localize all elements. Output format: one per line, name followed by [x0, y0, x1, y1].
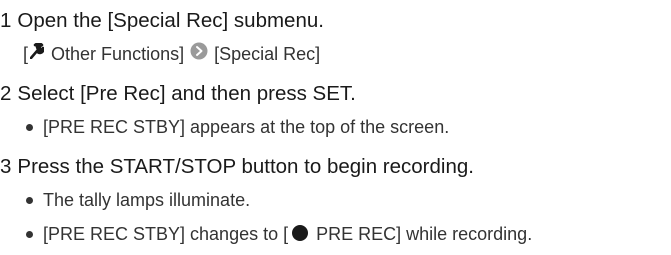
- submenu-special-rec: [Special Rec]: [214, 44, 321, 64]
- record-dot-icon: [292, 225, 309, 242]
- step-number: 2: [0, 82, 12, 105]
- menu-other-functions: Other Functions]: [51, 44, 185, 64]
- bullet-text-before: [PRE REC STBY] changes to [: [43, 224, 289, 244]
- bullet-icon: [26, 123, 33, 131]
- bullet-text: The tally lamps illuminate.: [43, 190, 251, 210]
- step-3-heading: 3 Press the START/STOP button to begin re…: [0, 155, 474, 179]
- step-title: Press the START/STOP button to begin rec…: [17, 155, 474, 178]
- arrow-right-circle-icon: [190, 42, 208, 65]
- bullet-text-after: PRE REC] while recording.: [316, 224, 533, 244]
- bullet-icon: [26, 230, 33, 238]
- wrench-icon: [29, 42, 45, 64]
- list-item: [PRE REC STBY] changes to [ PRE REC] whil…: [26, 223, 532, 245]
- step-1-heading: 1 Open the [Special Rec] submenu.: [0, 9, 324, 33]
- open-bracket: [: [23, 44, 29, 64]
- step-number: 3: [0, 155, 12, 178]
- bullet-text: [PRE REC STBY] appears at the top of the…: [43, 117, 450, 137]
- step-title: Open the [Special Rec] submenu.: [17, 9, 324, 32]
- step-2-heading: 2 Select [Pre Rec] and then press SET.: [0, 82, 356, 106]
- list-item: The tally lamps illuminate.: [26, 189, 250, 211]
- list-item: [PRE REC STBY] appears at the top of the…: [26, 116, 449, 138]
- step-number: 1: [0, 9, 12, 32]
- menu-path: [ Other Functions] [Special Rec]: [23, 42, 321, 67]
- bullet-icon: [26, 196, 33, 204]
- step-title: Select [Pre Rec] and then press SET.: [17, 82, 356, 105]
